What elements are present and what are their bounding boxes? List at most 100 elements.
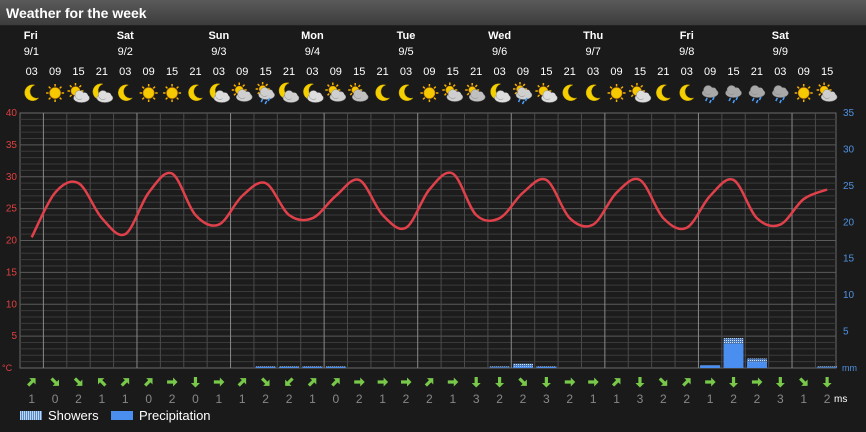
- right-axis-tick: 10: [843, 290, 855, 301]
- precipitation-bar: [325, 367, 346, 368]
- left-axis-tick: 25: [6, 204, 18, 215]
- cloudy-icon: [348, 83, 369, 102]
- sun-icon: [420, 84, 439, 102]
- moon-cloudy-icon: [303, 83, 324, 103]
- wind-arrow-icon: [73, 377, 83, 386]
- right-axis-tick: 30: [843, 144, 855, 155]
- precipitation-bar: [279, 367, 299, 368]
- left-axis-unit: °C: [2, 363, 13, 373]
- wind-speed-label: 1: [28, 392, 35, 406]
- right-axis-tick: 5: [843, 327, 849, 338]
- day-date: 9/1: [24, 46, 39, 58]
- wind-speed-label: 3: [473, 392, 480, 406]
- rain-cloud-icon: [701, 85, 719, 104]
- hour-label: 03: [213, 66, 225, 78]
- wind-speed-label: 0: [192, 392, 199, 406]
- hour-label: 09: [143, 66, 155, 78]
- wind-speed-label: 0: [145, 392, 152, 406]
- precipitation-swatch: [111, 411, 133, 420]
- showers-icon: [255, 82, 275, 105]
- wind-speed-label: 2: [262, 392, 269, 406]
- cloudy-sun-icon: [325, 82, 347, 102]
- wind-speed-label: 1: [239, 392, 246, 406]
- wind-arrow-icon: [213, 377, 225, 387]
- wind-speed-label: 2: [169, 392, 176, 406]
- day-date: 9/7: [586, 46, 601, 58]
- day-date: 9/6: [492, 46, 507, 58]
- hour-label: 09: [517, 66, 529, 78]
- hour-label: 15: [447, 66, 459, 78]
- wind-unit: ms: [834, 394, 847, 405]
- cloudy-sun-icon: [442, 82, 464, 102]
- showers-swatch: [20, 411, 42, 420]
- wind-arrow-icon: [260, 377, 270, 386]
- hour-label: 15: [72, 66, 84, 78]
- rain-cloud-icon: [772, 85, 789, 104]
- partly-cloudy-icon: [628, 83, 652, 103]
- hour-label: 03: [774, 66, 786, 78]
- wind-arrow-icon: [518, 377, 527, 386]
- right-axis-tick: 35: [843, 108, 855, 119]
- wind-arrow-icon: [799, 377, 808, 386]
- cloudy-icon: [465, 83, 486, 102]
- day-name: Mon: [301, 30, 324, 42]
- sun-icon: [163, 84, 182, 102]
- moon-icon: [656, 84, 672, 101]
- day-date: 9/9: [773, 46, 788, 58]
- wind-arrow-icon: [611, 378, 621, 387]
- day-name: Thu: [583, 30, 603, 42]
- wind-speed-label: 0: [332, 392, 339, 406]
- cloudy-sun-icon: [816, 82, 838, 102]
- day-date: 9/8: [679, 46, 694, 58]
- left-axis-tick: 10: [6, 299, 18, 310]
- hour-label: 21: [96, 66, 108, 78]
- hour-label: 21: [751, 66, 763, 78]
- hour-label: 09: [236, 66, 248, 78]
- wind-arrow-icon: [97, 378, 107, 387]
- day-date: 9/5: [398, 46, 413, 58]
- legend-showers: Showers: [20, 408, 99, 423]
- moon-icon: [375, 84, 391, 101]
- precipitation-bar: [302, 367, 323, 368]
- wind-speed-label: 3: [637, 392, 644, 406]
- wind-speed-label: 0: [52, 392, 59, 406]
- day-name: Fri: [680, 30, 694, 42]
- hour-label: 03: [681, 66, 693, 78]
- day-date: 9/3: [211, 46, 226, 58]
- hour-label: 09: [330, 66, 342, 78]
- wind-arrow-icon: [377, 377, 389, 387]
- moon-cloudy-icon: [92, 83, 114, 103]
- wind-speed-label: 1: [449, 392, 456, 406]
- wind-speed-label: 2: [75, 392, 82, 406]
- hour-label: 09: [423, 66, 435, 78]
- moon-icon: [679, 84, 695, 101]
- wind-arrow-icon: [682, 378, 691, 387]
- moon-icon: [398, 84, 414, 101]
- moon-icon: [118, 84, 134, 101]
- wind-arrow-icon: [822, 377, 832, 388]
- left-axis-tick: 15: [6, 267, 18, 278]
- wind-arrow-icon: [424, 378, 434, 387]
- hour-label: 03: [400, 66, 412, 78]
- wind-arrow-icon: [541, 377, 551, 388]
- wind-arrow-icon: [190, 377, 200, 388]
- wind-speed-label: 2: [496, 392, 503, 406]
- wind-speed-label: 1: [707, 392, 714, 406]
- sun-icon: [794, 84, 813, 102]
- rain-cloud-icon: [748, 85, 766, 104]
- wind-arrow-icon: [471, 377, 481, 388]
- wind-speed-label: 2: [660, 392, 667, 406]
- left-axis-tick: 30: [6, 172, 18, 183]
- wind-speed-label: 2: [754, 392, 761, 406]
- wind-speed-label: 1: [613, 392, 620, 406]
- hour-label: 15: [353, 66, 365, 78]
- wind-arrow-icon: [285, 377, 294, 386]
- sun-icon: [139, 84, 158, 102]
- wind-arrow-icon: [705, 377, 716, 387]
- wind-arrow-icon: [495, 377, 505, 388]
- right-axis-tick: 20: [843, 217, 855, 228]
- right-axis-tick: 25: [843, 181, 855, 192]
- right-axis-unit: mm: [842, 363, 857, 373]
- left-axis-tick: 5: [11, 331, 17, 342]
- cloudy-moon-icon: [278, 82, 300, 103]
